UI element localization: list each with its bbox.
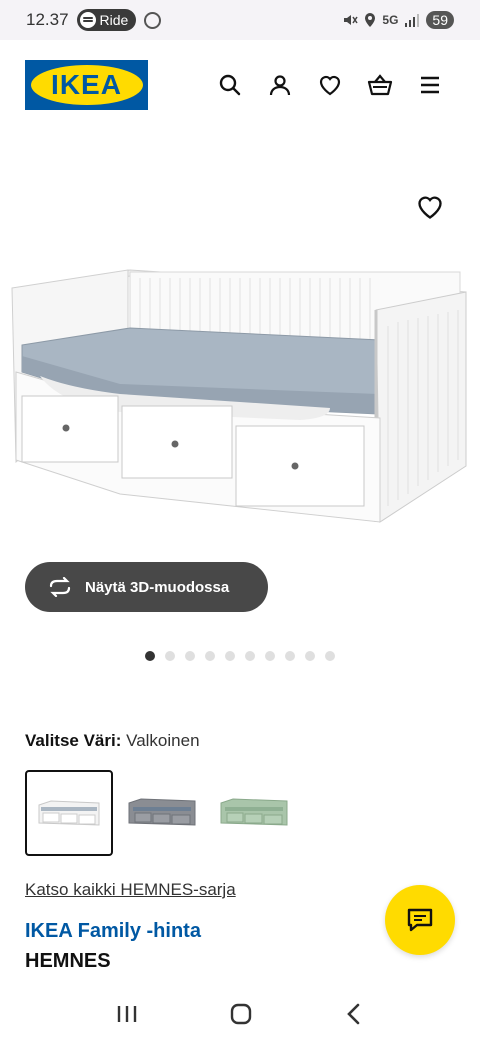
chat-bubble-icon <box>407 908 433 932</box>
gallery-pagination <box>145 651 335 661</box>
logo-oval: IKEA <box>30 65 143 105</box>
product-image-daybed[interactable] <box>0 180 480 540</box>
spotify-icon <box>79 12 96 28</box>
chat-button[interactable] <box>385 885 455 955</box>
whatsapp-icon <box>144 11 162 29</box>
gallery-dot[interactable] <box>265 651 275 661</box>
gallery-dot[interactable] <box>225 651 235 661</box>
gallery-dot[interactable] <box>285 651 295 661</box>
gallery-dot[interactable] <box>145 651 155 661</box>
gallery-dot[interactable] <box>165 651 175 661</box>
view-in-3d-button[interactable]: Näytä 3D-muodossa <box>25 562 268 612</box>
search-icon[interactable] <box>217 72 243 98</box>
location-icon <box>365 13 376 27</box>
battery-badge: 59 <box>426 11 454 29</box>
gallery-dot[interactable] <box>325 651 335 661</box>
signal-icon <box>405 14 420 27</box>
status-icons: 5G 59 <box>342 11 454 29</box>
add-to-wishlist-heart-icon[interactable] <box>416 193 444 221</box>
home-icon[interactable] <box>229 1002 253 1026</box>
status-bar: 12.37 Ride 5G 59 <box>0 0 480 40</box>
mute-icon <box>344 15 359 25</box>
network-type: 5G <box>382 13 399 27</box>
color-label-text: Valitse Väri: <box>25 731 122 750</box>
spotify-ride-pill: Ride <box>76 9 137 31</box>
gallery-dot[interactable] <box>185 651 195 661</box>
shopping-basket-icon[interactable] <box>367 72 393 98</box>
system-nav-bar <box>0 988 480 1040</box>
product-description-clipped <box>25 977 445 987</box>
color-swatch-white[interactable] <box>25 770 113 856</box>
see-all-series-link[interactable]: Katso kaikki HEMNES-sarja <box>25 880 236 900</box>
ikea-family-price-label: IKEA Family -hinta <box>25 920 201 942</box>
view-in-3d-label: Näytä 3D-muodossa <box>85 578 230 596</box>
rotate-3d-icon <box>49 577 71 597</box>
recent-apps-icon[interactable] <box>116 1004 138 1024</box>
color-selector-label: Valitse Väri: Valkoinen <box>25 731 200 751</box>
gallery-dot[interactable] <box>205 651 215 661</box>
ride-label: Ride <box>99 12 129 28</box>
back-icon[interactable] <box>344 1003 364 1025</box>
status-time: 12.37 <box>26 10 69 29</box>
menu-icon[interactable] <box>417 72 443 98</box>
logo-text: IKEA <box>51 69 122 100</box>
color-swatch-green[interactable] <box>210 770 298 856</box>
ikea-logo[interactable]: IKEA <box>25 60 148 110</box>
gallery-dot[interactable] <box>245 651 255 661</box>
account-icon[interactable] <box>267 72 293 98</box>
site-header: IKEA <box>0 40 480 130</box>
product-name: HEMNES <box>25 950 111 972</box>
color-swatch-grey[interactable] <box>118 770 206 856</box>
wishlist-heart-icon[interactable] <box>317 72 343 98</box>
gallery-dot[interactable] <box>305 651 315 661</box>
selected-color-value: Valkoinen <box>126 731 200 750</box>
